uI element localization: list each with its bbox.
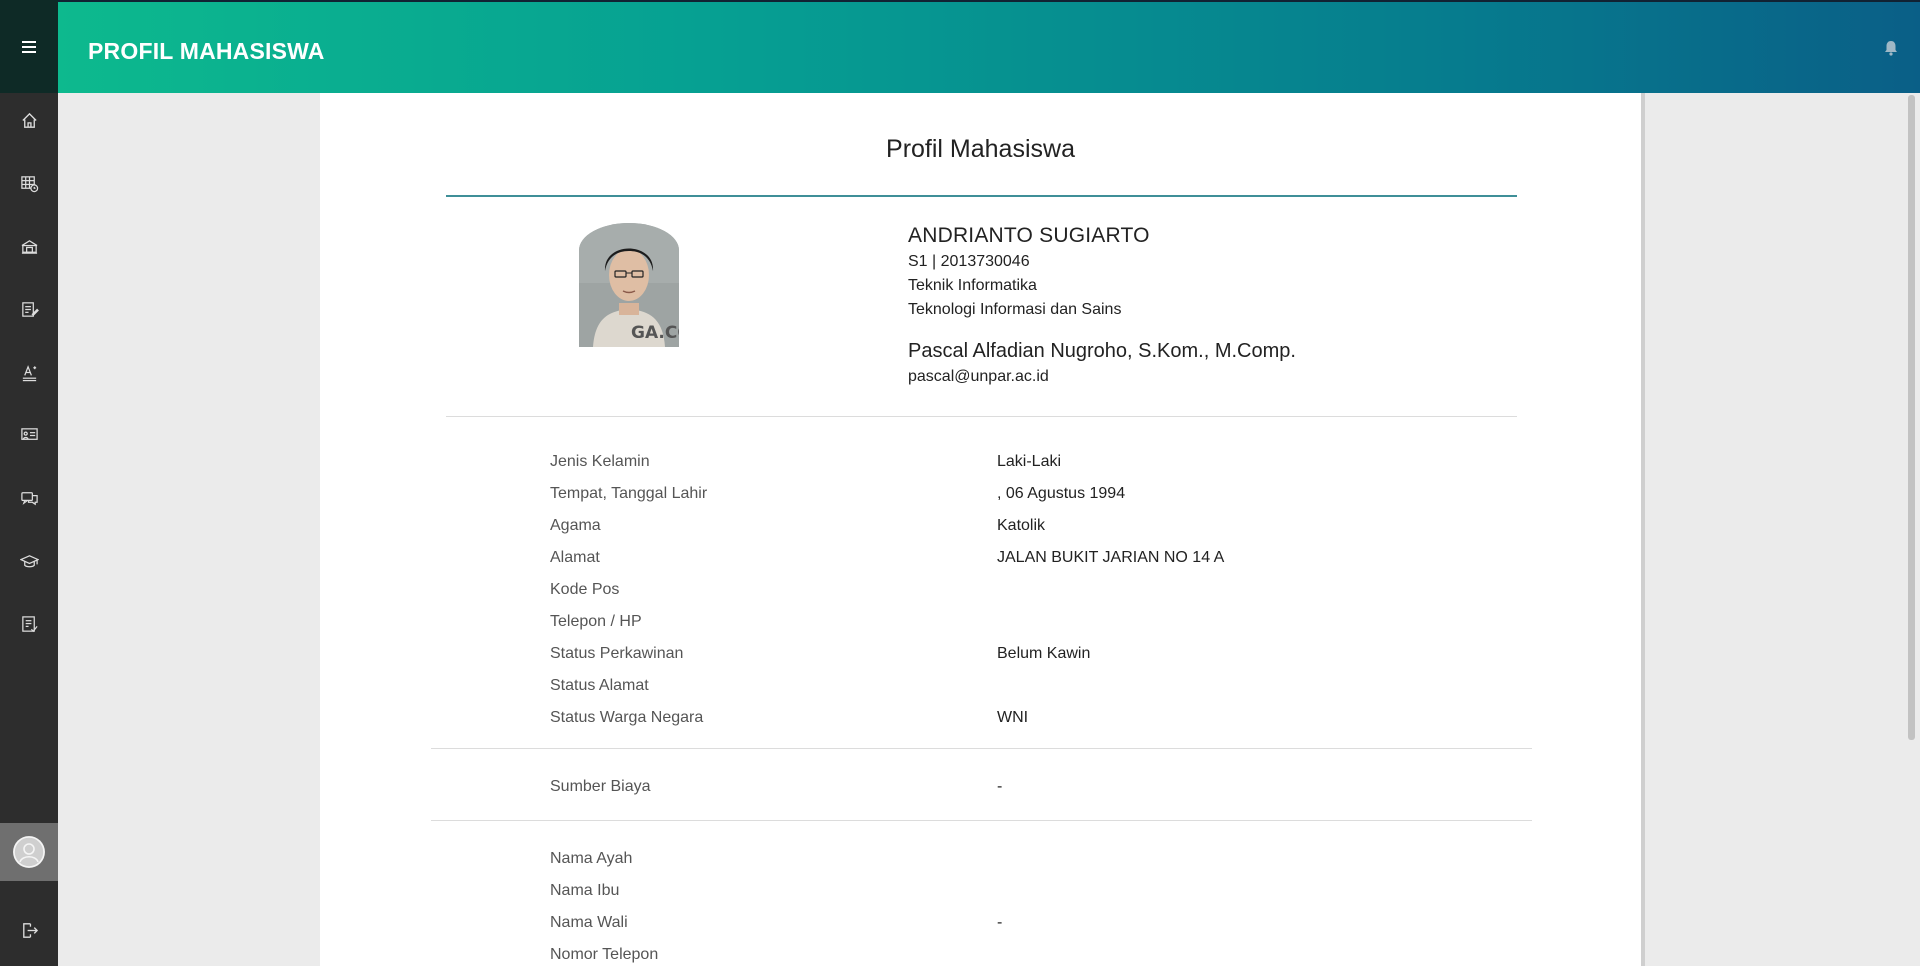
advisor-email: pascal@unpar.ac.id	[908, 368, 1049, 385]
sidebar-item-presentation[interactable]	[0, 415, 58, 455]
field-label: Jenis Kelamin	[550, 453, 650, 470]
scrollbar-thumb[interactable]	[1908, 95, 1915, 740]
sidebar-item-schedule[interactable]	[0, 163, 58, 203]
page-header-title: PROFIL MAHASISWA	[88, 38, 325, 64]
field-value: , 06 Agustus 1994	[997, 485, 1126, 502]
field-value: Laki-Laki	[997, 453, 1062, 470]
student-name: ANDRIANTO SUGIARTO	[908, 224, 1150, 247]
presentation-icon	[20, 427, 38, 440]
user-avatar-icon	[13, 836, 45, 868]
section-divider	[431, 820, 1532, 821]
checklist-icon	[21, 615, 38, 632]
sidebar-item-graduation[interactable]	[0, 541, 58, 581]
graduation-cap-icon	[19, 554, 39, 567]
chat-icon	[20, 491, 38, 505]
title-divider	[446, 195, 1517, 197]
field-label: Kode Pos	[550, 581, 620, 598]
field-value: -	[997, 778, 1003, 795]
sidebar-item-chat[interactable]	[0, 478, 58, 518]
field-value: JALAN BUKIT JARIAN NO 14 A	[997, 549, 1225, 566]
field-label: Status Perkawinan	[550, 645, 684, 662]
schedule-icon	[20, 175, 38, 192]
field-label: Nama Wali	[550, 914, 628, 931]
student-program-npm: S1 | 2013730046	[908, 253, 1030, 270]
page-title: Profil Mahasiswa	[886, 135, 1075, 163]
user-avatar-button[interactable]	[0, 823, 58, 881]
field-label: Nomor Telepon	[550, 946, 659, 963]
field-label: Status Warga Negara	[550, 709, 704, 726]
student-photo: GA.CO	[579, 223, 679, 347]
logout-button[interactable]	[0, 910, 58, 950]
building-icon	[21, 239, 37, 254]
sidebar-item-home[interactable]	[0, 100, 58, 140]
section-divider	[446, 416, 1517, 417]
field-value: -	[997, 914, 1003, 931]
sidebar-item-checklist[interactable]	[0, 604, 58, 644]
field-value: Katolik	[997, 517, 1046, 534]
document-edit-icon	[21, 301, 39, 317]
field-label: Nama Ayah	[550, 850, 633, 867]
notification-bell-icon[interactable]	[1882, 39, 1900, 57]
field-label: Agama	[550, 517, 601, 534]
sidebar-item-building[interactable]	[0, 226, 58, 266]
menu-toggle-button[interactable]	[0, 0, 58, 93]
top-header: PROFIL MAHASISWA	[58, 0, 1920, 93]
field-label: Sumber Biaya	[550, 778, 651, 795]
field-value: Belum Kawin	[997, 645, 1091, 662]
field-label: Tempat, Tanggal Lahir	[550, 485, 708, 502]
hamburger-icon	[22, 40, 36, 53]
field-value: WNI	[997, 709, 1029, 726]
field-label: Status Alamat	[550, 677, 649, 694]
field-label: Telepon / HP	[550, 613, 642, 630]
student-faculty: Teknologi Informasi dan Sains	[908, 301, 1122, 318]
field-label: Alamat	[550, 549, 600, 566]
sidebar-item-text-format[interactable]	[0, 352, 58, 392]
field-label: Nama Ibu	[550, 882, 620, 899]
home-icon	[21, 112, 37, 128]
logout-icon	[22, 922, 38, 938]
profile-card: Profil Mahasiswa GA.CO ANDRIANTO SUGIART…	[320, 93, 1645, 966]
sidebar	[0, 0, 58, 966]
student-major: Teknik Informatika	[908, 277, 1037, 294]
text-format-icon	[22, 364, 36, 381]
advisor-name: Pascal Alfadian Nugroho, S.Kom., M.Comp.	[908, 340, 1296, 362]
section-divider	[431, 748, 1532, 749]
sidebar-item-document[interactable]	[0, 289, 58, 329]
svg-text:GA.CO: GA.CO	[631, 323, 679, 343]
